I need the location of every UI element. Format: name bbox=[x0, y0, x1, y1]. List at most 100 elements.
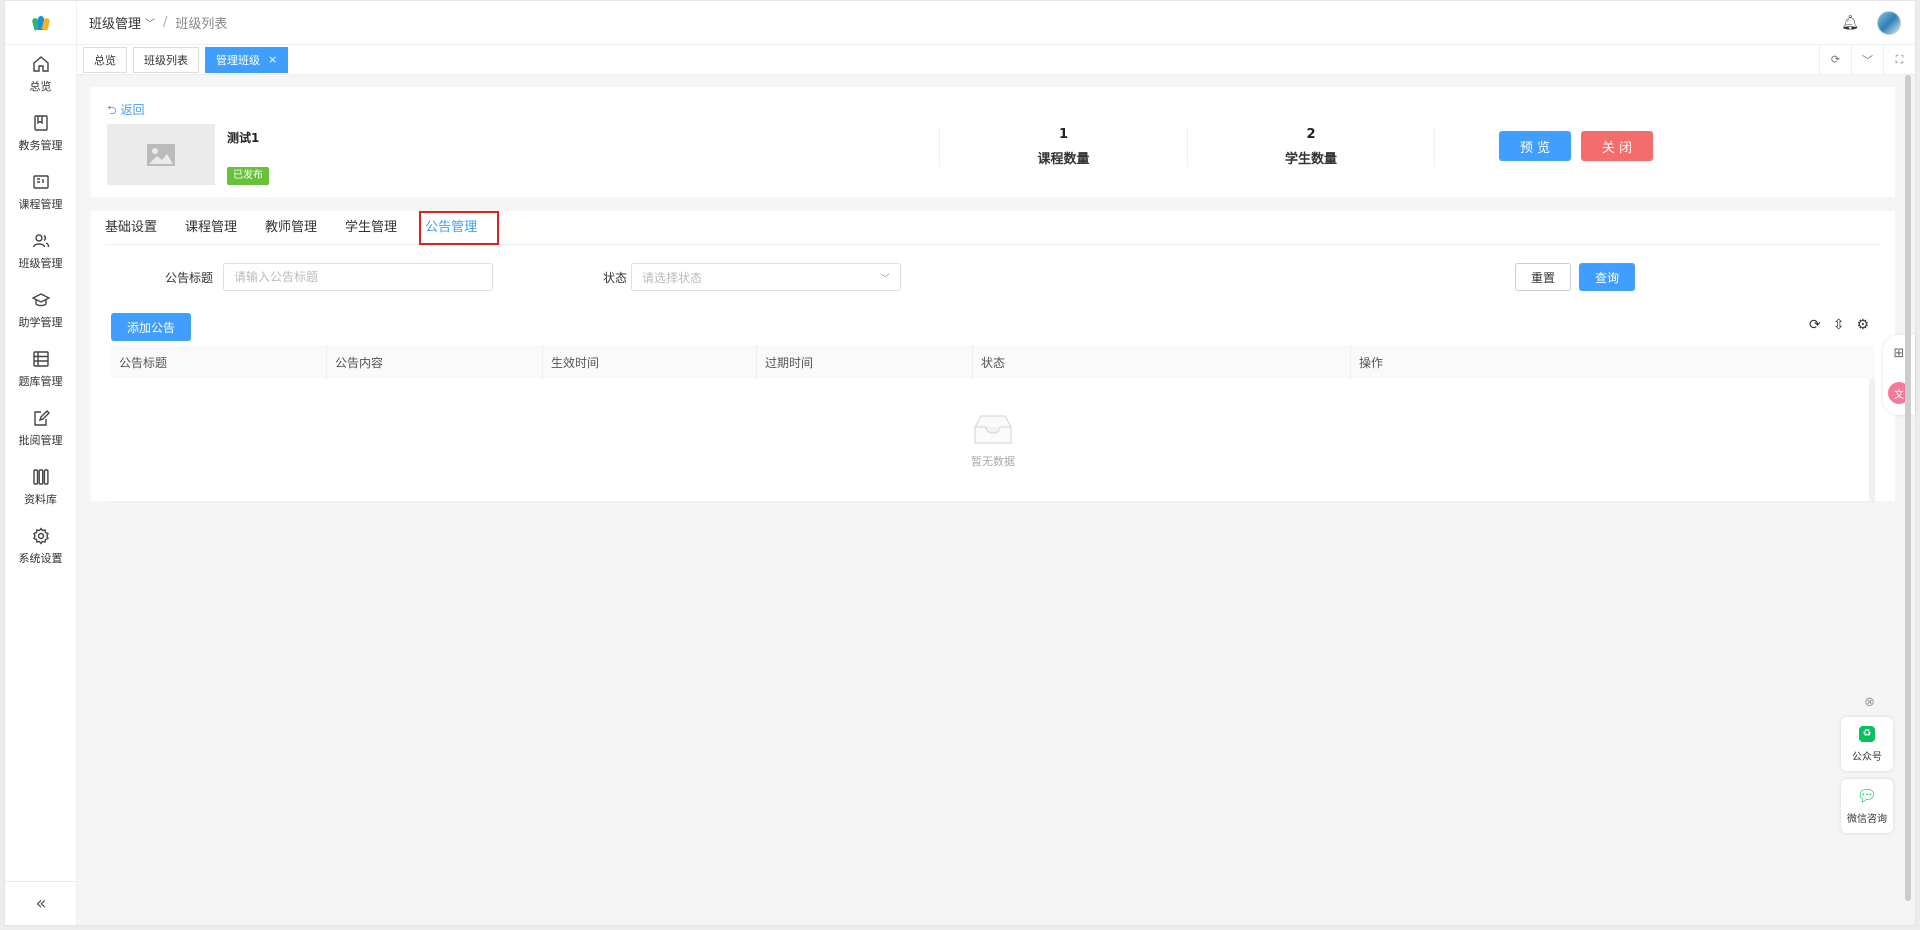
breadcrumb-separator: / bbox=[163, 15, 168, 30]
logo-mark-icon bbox=[31, 15, 50, 31]
table-header: 公告标题 公告内容 生效时间 过期时间 状态 操作 bbox=[111, 345, 1875, 379]
close-button[interactable]: 关 闭 bbox=[1581, 131, 1653, 161]
tab-teacher-management[interactable]: 教师管理 bbox=[265, 216, 317, 244]
table-scrollbar[interactable] bbox=[1869, 379, 1875, 502]
sidebar-item-overview[interactable]: 总览 bbox=[5, 45, 76, 104]
official-account-icon: ♻ bbox=[1859, 725, 1875, 742]
wechat-official-account-button[interactable]: ♻ 公众号 bbox=[1841, 717, 1893, 771]
sidebar-item-label: 批阅管理 bbox=[18, 434, 63, 447]
bell-icon[interactable]: 🔔︎ bbox=[1841, 15, 1859, 31]
class-thumbnail bbox=[107, 124, 215, 185]
stat-label: 课程数量 bbox=[1037, 152, 1090, 167]
main-content: ⮌ 返回 测试1 已发布 1 课程数量 2 学生数量 预 览 关 闭 基础设置 … bbox=[77, 75, 1895, 925]
stat-value: 1 bbox=[1058, 127, 1069, 142]
double-chevron-left-icon: « bbox=[35, 893, 47, 914]
announcement-card: 基础设置 课程管理 教师管理 学生管理 公告管理 公告标题 状态 请选择状态 ﹀… bbox=[91, 211, 1895, 503]
sidebar-item-academic[interactable]: 教务管理 bbox=[5, 104, 76, 163]
table-toolbar: ⟳ ⇳ ⚙ bbox=[1809, 317, 1869, 333]
close-icon[interactable]: ⊗ bbox=[1864, 695, 1875, 710]
wechat-consult-button[interactable]: 💬︎ 微信咨询 bbox=[1841, 779, 1893, 833]
class-info-card: ⮌ 返回 测试1 已发布 1 课程数量 2 学生数量 预 览 关 闭 bbox=[91, 87, 1895, 197]
sidebar-item-grading[interactable]: 批阅管理 bbox=[5, 399, 76, 458]
stat-value: 2 bbox=[1306, 127, 1316, 142]
page-tabs-tools: ⟳ ﹀ ⛶ bbox=[1819, 45, 1915, 74]
page-tab-class-list[interactable]: 班级列表 bbox=[133, 46, 199, 73]
add-announcement-button[interactable]: 添加公告 bbox=[111, 313, 191, 341]
page-scrollbar[interactable] bbox=[1905, 75, 1911, 901]
column-header: 过期时间 bbox=[757, 345, 973, 379]
column-header: 公告内容 bbox=[327, 345, 543, 379]
tab-basic-settings[interactable]: 基础设置 bbox=[105, 216, 157, 244]
column-header: 公告标题 bbox=[111, 345, 327, 379]
tab-course-management[interactable]: 课程管理 bbox=[185, 216, 237, 244]
back-link[interactable]: ⮌ 返回 bbox=[107, 101, 144, 122]
stat-label: 学生数量 bbox=[1284, 152, 1337, 167]
column-header: 状态 bbox=[973, 345, 1351, 379]
breadcrumb-class-list: 班级列表 bbox=[175, 17, 228, 32]
column-header: 生效时间 bbox=[543, 345, 757, 379]
stat-course-count: 1 课程数量 bbox=[939, 127, 1187, 167]
sidebar-item-label: 教务管理 bbox=[18, 139, 63, 152]
users-icon bbox=[32, 234, 49, 248]
reset-button[interactable]: 重置 bbox=[1515, 263, 1571, 291]
sidebar-item-settings[interactable]: 系统设置 bbox=[5, 517, 76, 576]
book-icon bbox=[33, 115, 48, 131]
sidebar-item-label: 课程管理 bbox=[18, 198, 63, 211]
announcement-title-input[interactable] bbox=[223, 263, 493, 291]
query-button[interactable]: 查询 bbox=[1579, 263, 1635, 291]
preview-button[interactable]: 预 览 bbox=[1499, 131, 1571, 161]
page-tab-label: 总览 bbox=[94, 53, 116, 67]
back-link-label: 返回 bbox=[120, 103, 145, 117]
empty-text: 暂无数据 bbox=[971, 454, 1015, 468]
highlight-box bbox=[419, 211, 499, 245]
sidebar-item-question-bank[interactable]: 题库管理 bbox=[5, 340, 76, 399]
column-height-icon[interactable]: ⇳ bbox=[1833, 317, 1845, 333]
sidebar-item-label: 班级管理 bbox=[18, 257, 63, 270]
chevron-down-icon: ﹀ bbox=[880, 273, 890, 285]
top-header: 班级管理 ﹀ / 班级列表 🔔︎ bbox=[77, 1, 1915, 45]
status-badge: 已发布 bbox=[227, 167, 269, 185]
library-icon bbox=[32, 469, 49, 485]
header-actions: 🔔︎ bbox=[1841, 10, 1915, 35]
breadcrumb-class-management[interactable]: 班级管理 bbox=[89, 13, 141, 32]
apps-icon[interactable]: ⊞ bbox=[1894, 346, 1905, 361]
tab-student-management[interactable]: 学生管理 bbox=[345, 216, 397, 244]
fullscreen-icon[interactable]: ⛶ bbox=[1883, 45, 1915, 74]
avatar[interactable] bbox=[1877, 10, 1901, 35]
image-placeholder-icon bbox=[147, 143, 175, 166]
chevron-down-icon[interactable]: ﹀ bbox=[145, 15, 155, 30]
chevron-down-icon[interactable]: ﹀ bbox=[1851, 45, 1883, 74]
status-select-placeholder: 请选择状态 bbox=[642, 270, 703, 285]
wechat-consult-label: 微信咨询 bbox=[1847, 813, 1887, 825]
home-icon bbox=[32, 56, 49, 72]
sidebar: 总览 教务管理 课程管理 班级管理 助学管理 题库管理 批阅管理 资料库 系统设… bbox=[5, 1, 77, 925]
page-tabs-bar: 总览 班级列表 管理班级 × ⟳ ﹀ ⛶ bbox=[77, 45, 1915, 75]
page-tab-overview[interactable]: 总览 bbox=[83, 46, 127, 73]
sidebar-item-classes[interactable]: 班级管理 bbox=[5, 222, 76, 281]
sidebar-item-label: 系统设置 bbox=[18, 552, 63, 565]
graduation-icon bbox=[31, 293, 50, 307]
page-tab-label: 班级列表 bbox=[144, 53, 188, 67]
filter-status-label: 状态 bbox=[603, 271, 628, 285]
table-body-empty: 暂无数据 bbox=[111, 379, 1875, 503]
database-icon bbox=[32, 351, 49, 367]
refresh-icon[interactable]: ⟳ bbox=[1819, 45, 1851, 74]
sidebar-item-label: 资料库 bbox=[24, 493, 57, 506]
app-window: 总览 教务管理 课程管理 班级管理 助学管理 题库管理 批阅管理 资料库 系统设… bbox=[4, 0, 1916, 926]
wechat-icon: 💬︎ bbox=[1856, 786, 1878, 805]
sidebar-item-courses[interactable]: 课程管理 bbox=[5, 163, 76, 222]
sidebar-collapse-button[interactable]: « bbox=[5, 881, 77, 925]
column-header: 操作 bbox=[1359, 355, 1384, 370]
sidebar-item-library[interactable]: 资料库 bbox=[5, 458, 76, 517]
sidebar-item-tutoring[interactable]: 助学管理 bbox=[5, 281, 76, 340]
refresh-icon[interactable]: ⟳ bbox=[1809, 317, 1821, 333]
gear-icon[interactable]: ⚙ bbox=[1856, 317, 1869, 333]
page-tab-manage-class[interactable]: 管理班级 × bbox=[205, 46, 289, 73]
announcement-table: 公告标题 公告内容 生效时间 过期时间 状态 操作 暂无数据 bbox=[111, 345, 1875, 503]
status-select[interactable]: 请选择状态 ﹀ bbox=[631, 263, 901, 291]
empty-inbox-icon bbox=[974, 414, 1012, 444]
close-icon[interactable]: × bbox=[268, 53, 277, 66]
page-tab-label: 管理班级 bbox=[216, 53, 260, 67]
official-account-label: 公众号 bbox=[1852, 751, 1882, 763]
filter-title-label: 公告标题 bbox=[165, 271, 214, 285]
